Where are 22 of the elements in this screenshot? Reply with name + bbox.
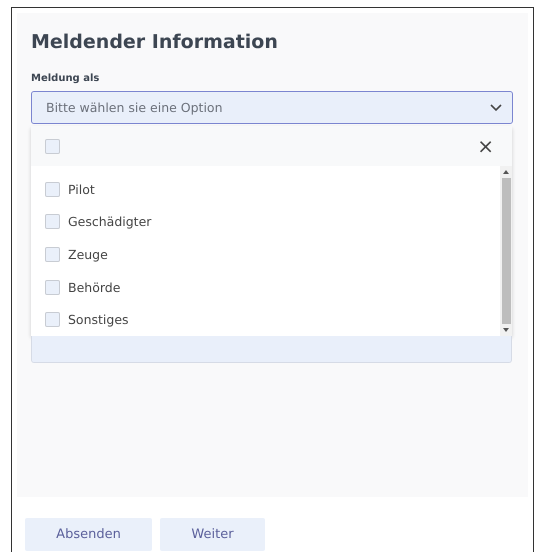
option-label[interactable]: Zeuge [68, 246, 108, 262]
select-all-checkbox[interactable] [45, 138, 60, 154]
option-label[interactable]: Pilot [68, 182, 95, 197]
form-button[interactable]: Weiter [160, 518, 265, 551]
checkbox[interactable] [45, 214, 60, 230]
option-label[interactable]: Sonstiges [68, 312, 129, 328]
checkbox[interactable] [45, 182, 60, 197]
form-title: Meldender Information [31, 31, 279, 53]
scroll-down-icon[interactable] [503, 328, 509, 332]
option-label[interactable]: Geschädigter [68, 214, 152, 230]
option-label[interactable]: Behörde [68, 280, 120, 295]
checkbox[interactable] [45, 246, 60, 262]
field-label: Meldung als [31, 73, 100, 84]
scroll-up-icon[interactable] [503, 170, 509, 174]
chevron-icon [490, 104, 502, 112]
scrollbar[interactable] [500, 166, 512, 336]
checkbox[interactable] [45, 312, 60, 328]
input-field[interactable] [31, 336, 512, 363]
form-button[interactable]: Absenden [25, 518, 152, 551]
select-field[interactable]: Bitte wählen sie eine Option [31, 91, 513, 124]
close-icon[interactable]: × [477, 136, 494, 156]
checkbox[interactable] [45, 280, 60, 295]
